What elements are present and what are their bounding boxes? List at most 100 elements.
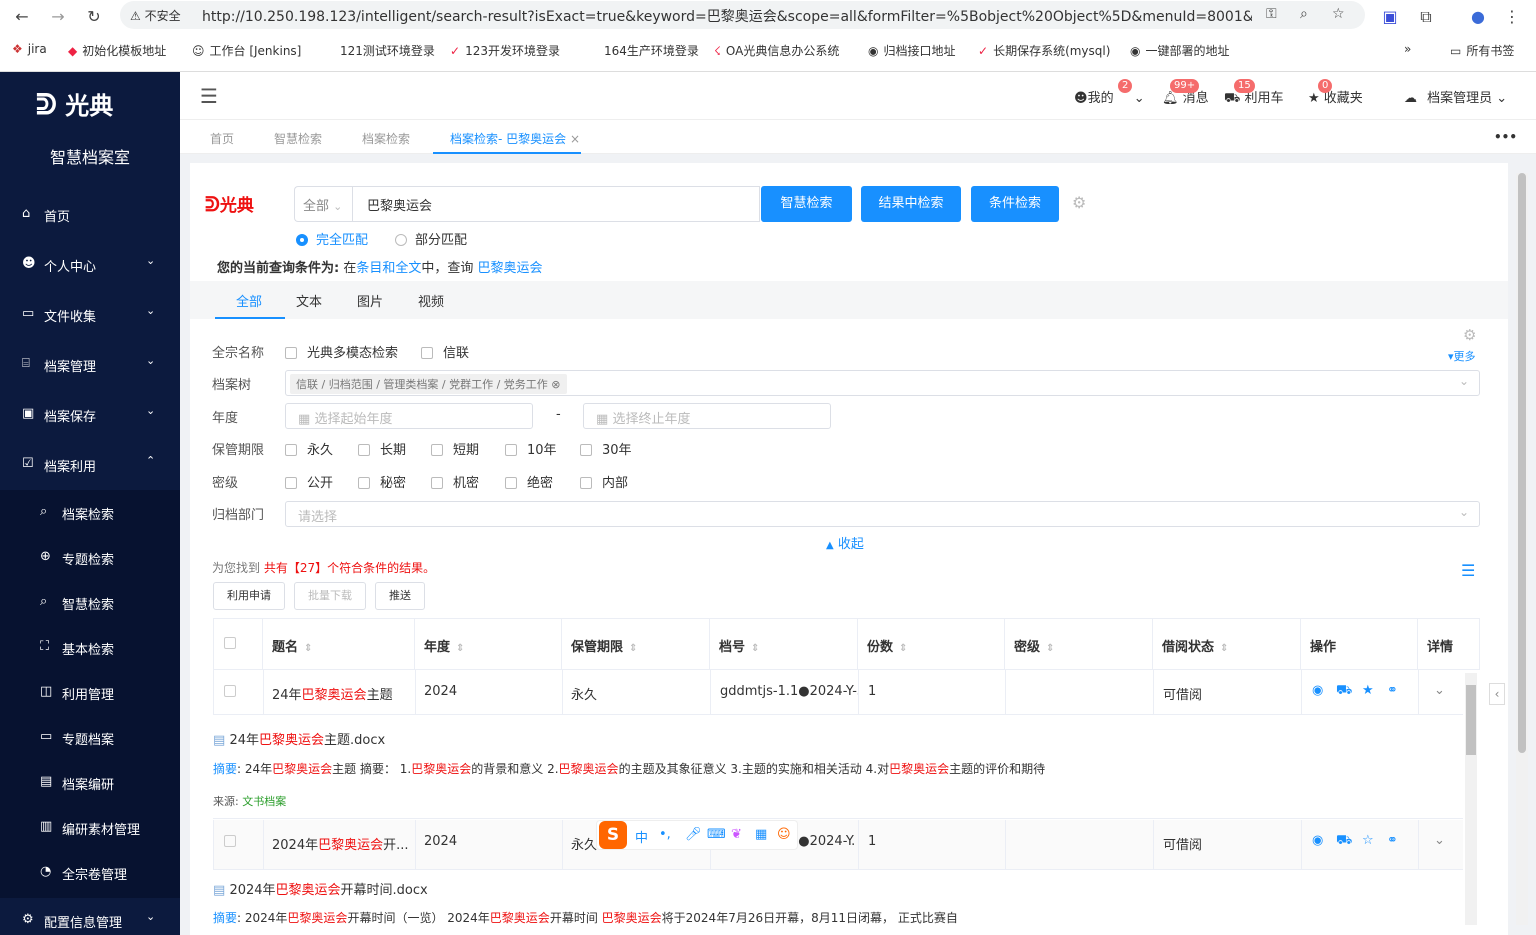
chevron-down-icon[interactable]: ⌄ <box>1434 683 1445 698</box>
submenu-item[interactable]: ◫ 利用管理 <box>0 670 180 715</box>
sidebar-item-archive-save[interactable]: ▣ 档案保存 ⌄ <box>0 390 180 440</box>
secret-option[interactable]: 内部 <box>580 472 628 491</box>
retention-option[interactable]: 10年 <box>505 439 557 458</box>
all-bookmarks[interactable]: ▭ 所有书签 <box>1450 42 1514 59</box>
tab-smart-search[interactable]: 智慧检索 <box>274 130 322 147</box>
year-end-picker[interactable]: ▦ 选择终止年度 <box>583 403 831 429</box>
sidebar-item-collect[interactable]: ▭ 文件收集 ⌄ <box>0 290 180 340</box>
submenu-item[interactable]: ▭ 专题档案 <box>0 715 180 760</box>
search-input[interactable]: 巴黎奥运会 <box>352 186 760 222</box>
sogou-logo-icon[interactable]: S <box>599 821 627 849</box>
secret-option[interactable]: 秘密 <box>358 472 406 491</box>
bookmark-item[interactable]: 121测试环境登录 <box>340 42 435 59</box>
type-tab-text[interactable]: 文本 <box>296 291 322 310</box>
tab-archive-search[interactable]: 档案检索 <box>362 130 410 147</box>
sidebar-item-archive-manage[interactable]: ⌸ 档案管理 ⌄ <box>0 340 180 390</box>
col-year[interactable]: 年度 ⇕ <box>424 636 464 655</box>
partial-match-radio[interactable]: 部分匹配 <box>395 229 467 248</box>
reload-icon[interactable]: ↻ <box>82 5 106 29</box>
sidebar-item-home[interactable]: ⌂ 首页 <box>0 190 180 240</box>
collapse-link[interactable]: ▲ 收起 <box>826 533 864 552</box>
submenu-item[interactable]: ⌕ 档案检索 <box>0 490 180 535</box>
bookmark-item[interactable]: ✓ 123开发环境登录 <box>450 42 560 59</box>
row-checkbox[interactable] <box>224 685 236 697</box>
tab-current[interactable]: 档案检索- 巴黎奥运会 × <box>450 130 580 147</box>
secret-option[interactable]: 机密 <box>431 472 479 491</box>
link-icon[interactable]: ⚭ <box>1387 683 1398 698</box>
page-scroll-thumb[interactable] <box>1518 173 1526 753</box>
bookmark-item[interactable]: ◉ 一键部署的地址 <box>1130 42 1230 59</box>
favorites-menu[interactable]: ★ 收藏夹 0 <box>1308 79 1363 106</box>
table-scroll-thumb[interactable] <box>1466 685 1476 755</box>
source-value[interactable]: 文书档案 <box>242 795 286 808</box>
secret-option[interactable]: 公开 <box>285 472 333 491</box>
type-tab-all[interactable]: 全部 <box>236 291 262 310</box>
star-filled-icon[interactable]: ★ <box>1362 683 1374 698</box>
mic-icon[interactable]: 🎤︎ <box>685 827 702 842</box>
cart-icon[interactable]: ⛟ <box>1336 683 1352 700</box>
ime-lang[interactable]: 中 <box>635 827 648 846</box>
close-icon[interactable]: ⊗ <box>551 378 560 391</box>
address-bar[interactable]: ⚠ 不安全 http://10.250.198.123/intelligent/… <box>120 1 1365 29</box>
retention-option[interactable]: 短期 <box>431 439 479 458</box>
table-row[interactable]: 2024年巴黎奥运会开... 2024 永久 gddmtjs-1.1●2024-… <box>213 820 1463 870</box>
zoom-icon[interactable]: ⌕ <box>1300 6 1308 22</box>
list-view-icon[interactable]: ☰ <box>1461 561 1475 580</box>
scope-select[interactable]: 全部 ⌄ <box>294 186 352 222</box>
retention-option[interactable]: 30年 <box>580 439 632 458</box>
dept-select[interactable]: 请选择 ⌄ <box>285 501 1480 527</box>
link-icon[interactable]: ⚭ <box>1387 833 1398 848</box>
col-secret[interactable]: 密级 ⇕ <box>1014 636 1054 655</box>
cell-title[interactable]: 2024年巴黎奥运会开... <box>272 834 410 853</box>
cell-title[interactable]: 24年巴黎奥运会主题 <box>272 684 410 703</box>
star-icon[interactable]: ☆ <box>1332 6 1345 22</box>
messages-menu[interactable]: 🔔︎ 消息 99+ <box>1162 79 1209 106</box>
bookmark-item[interactable]: ☺ 工作台 [Jenkins] <box>192 42 301 59</box>
retention-option[interactable]: 长期 <box>358 439 406 458</box>
bookmark-item[interactable]: 164生产环境登录 <box>604 42 699 59</box>
insecure-label[interactable]: ⚠ 不安全 <box>130 7 181 24</box>
bookmarks-more[interactable]: » <box>1404 42 1411 56</box>
sidebar-item-personal[interactable]: ☻ 个人中心 ⌄ <box>0 240 180 290</box>
batch-download-button[interactable]: 批量下载 <box>294 582 366 610</box>
col-status[interactable]: 借阅状态 ⇕ <box>1162 636 1228 655</box>
sidebar-item-config[interactable]: ⚙ 配置信息管理 ⌄ <box>0 908 180 935</box>
condition-search-button[interactable]: 条件检索 <box>971 186 1059 222</box>
gear-icon[interactable]: ⚙ <box>1463 326 1476 344</box>
submenu-item[interactable]: ⊕ 专题检索 <box>0 535 180 580</box>
bookmark-item[interactable]: ❖ jira <box>12 42 47 56</box>
bookmark-item[interactable]: ✓ 长期保存系统(mysql) <box>978 42 1110 59</box>
more-tabs-icon[interactable]: ••• <box>1494 130 1517 144</box>
gear-icon[interactable]: ⚙ <box>1072 193 1086 212</box>
view-icon[interactable]: ◉ <box>1312 833 1323 848</box>
forward-icon[interactable]: → <box>46 5 70 29</box>
close-icon[interactable]: × <box>570 132 580 146</box>
file-name[interactable]: ▤ 2024年巴黎奥运会开幕时间.docx <box>213 879 428 898</box>
url-text[interactable]: http://10.250.198.123/intelligent/search… <box>202 6 1252 26</box>
profile-icon[interactable]: ● <box>1466 5 1490 29</box>
col-count[interactable]: 份数 ⇕ <box>867 636 907 655</box>
submenu-item[interactable]: ▤ 档案编研 <box>0 760 180 805</box>
extension-icon[interactable]: ▣ <box>1378 5 1402 29</box>
submenu-item[interactable]: ⌕ 智慧检索 <box>0 580 180 625</box>
back-icon[interactable]: ← <box>10 5 34 29</box>
year-start-picker[interactable]: ▦ 选择起始年度 <box>285 403 533 429</box>
sidebar-item-archive-use[interactable]: ☑ 档案利用 ⌃ <box>0 440 180 490</box>
tab-home[interactable]: 首页 <box>210 130 234 147</box>
col-code[interactable]: 档号 ⇕ <box>719 636 759 655</box>
cart-outline-icon[interactable]: ⛟ <box>1336 833 1352 850</box>
fonds-option[interactable]: 信联 <box>421 342 469 361</box>
hamburger-icon[interactable]: ☰ <box>200 84 218 108</box>
search-in-results-button[interactable]: 结果中检索 <box>861 186 961 222</box>
row-checkbox[interactable] <box>224 835 236 847</box>
keyboard-icon[interactable]: ⌨ <box>707 827 726 842</box>
key-icon[interactable]: ⚿ <box>1266 6 1277 22</box>
puzzle-icon[interactable]: ⧉ <box>1414 5 1438 29</box>
bookmark-item[interactable]: ☇ OA光典信息办公系统 <box>714 42 839 59</box>
emoji-icon[interactable]: ☺ <box>777 827 791 842</box>
col-title[interactable]: 题名 ⇕ <box>272 636 312 655</box>
more-filters-link[interactable]: ▾更多 <box>1448 348 1476 364</box>
smart-search-button[interactable]: 智慧检索 <box>761 186 852 222</box>
push-button[interactable]: 推送 <box>375 582 425 610</box>
page-scrollbar[interactable] <box>1516 173 1528 925</box>
